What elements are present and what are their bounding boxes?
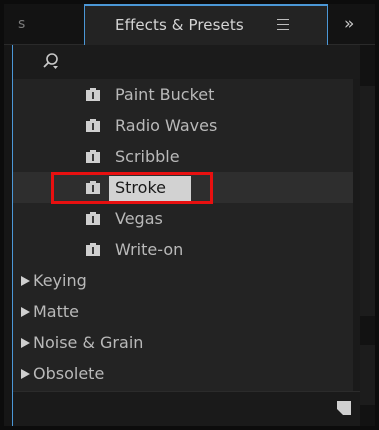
- search-input[interactable]: [65, 51, 349, 75]
- adjacent-panel-segment: [360, 86, 375, 316]
- search-bar: [13, 45, 366, 80]
- expand-caret-icon[interactable]: [21, 338, 30, 348]
- new-item-icon[interactable]: [337, 401, 351, 415]
- tab-effects-presets-label: Effects & Presets: [115, 16, 244, 34]
- category-item[interactable]: Obsolete: [13, 358, 353, 389]
- list-item[interactable]: Scribble: [13, 141, 353, 172]
- list-item-label: Vegas: [115, 209, 163, 228]
- list-item[interactable]: Paint Bucket: [13, 79, 353, 110]
- effects-presets-panel: Paint Bucket Radio Waves Scribble Stroke…: [12, 45, 367, 426]
- adjacent-panel-edge: [360, 45, 375, 426]
- preset-icon: [86, 119, 100, 132]
- preset-icon: [86, 243, 100, 256]
- list-item-label: Radio Waves: [115, 116, 218, 135]
- tab-effects-presets[interactable]: Effects & Presets: [84, 4, 328, 45]
- list-item-label: Paint Bucket: [115, 85, 215, 104]
- annotation-highlight-box: [51, 172, 213, 204]
- category-item[interactable]: Noise & Grain: [13, 327, 353, 358]
- preset-icon: [86, 150, 100, 163]
- window: s Effects & Presets » Paint Bucket Radio…: [4, 4, 375, 426]
- preset-icon: [86, 88, 100, 101]
- category-label: Matte: [33, 302, 79, 321]
- adjacent-panel-segment: [360, 345, 375, 405]
- expand-caret-icon[interactable]: [21, 369, 30, 379]
- category-label: Noise & Grain: [33, 333, 144, 352]
- list-item[interactable]: Vegas: [13, 203, 353, 234]
- panel-tab-bar: s Effects & Presets »: [4, 4, 375, 45]
- expand-caret-icon[interactable]: [21, 276, 30, 286]
- search-dropdown-icon[interactable]: [39, 51, 61, 73]
- tab-overflow-icon[interactable]: »: [344, 4, 354, 44]
- expand-caret-icon[interactable]: [21, 307, 30, 317]
- list-item-selected[interactable]: Stroke: [13, 172, 353, 204]
- category-item[interactable]: Keying: [13, 265, 353, 296]
- hamburger-menu-icon[interactable]: [277, 18, 289, 32]
- preset-icon: [86, 212, 100, 225]
- list-item[interactable]: Write-on: [13, 234, 353, 265]
- panel-footer: [13, 391, 366, 426]
- category-label: Keying: [33, 271, 87, 290]
- effects-list: Paint Bucket Radio Waves Scribble Stroke…: [13, 79, 353, 419]
- tab-project-partial[interactable]: s: [18, 4, 25, 44]
- list-item-label: Scribble: [115, 147, 180, 166]
- category-item[interactable]: Matte: [13, 296, 353, 327]
- list-item-label: Write-on: [115, 240, 184, 259]
- category-label: Obsolete: [33, 364, 105, 383]
- list-item[interactable]: Radio Waves: [13, 110, 353, 141]
